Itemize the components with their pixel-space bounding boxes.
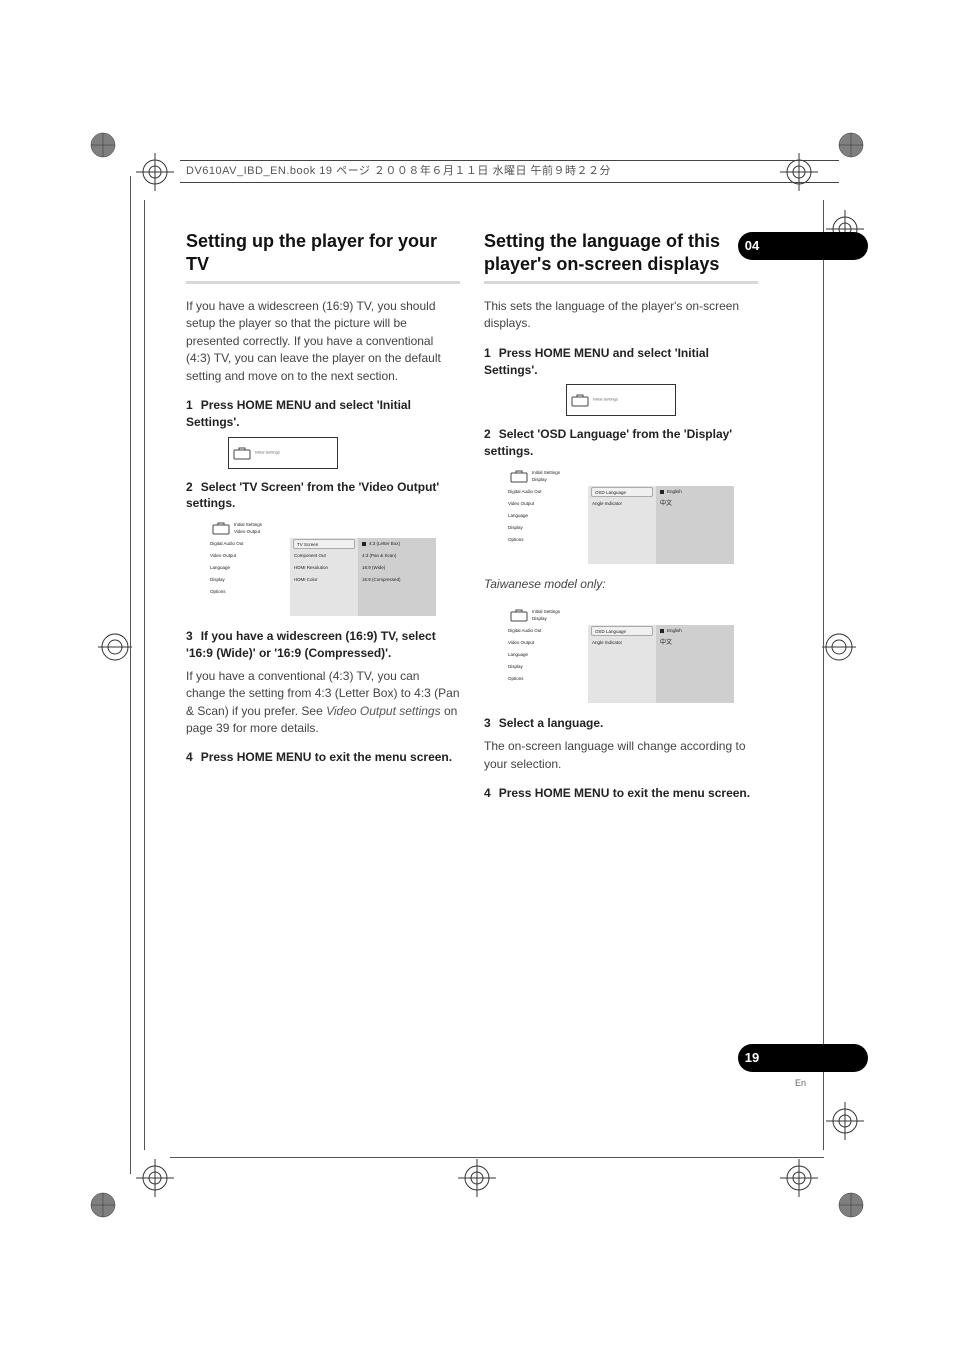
menu-item: 16:9 (Compressed) [358, 574, 436, 586]
menu-item: Options [206, 586, 290, 598]
bullet-icon [660, 629, 664, 633]
ui-top1: Initial Settings [234, 522, 262, 527]
menu-item-selected: OSD Language [591, 626, 653, 636]
sidemark-icon [98, 630, 132, 664]
ui-top2: Display [532, 477, 547, 482]
print-meta-header: DV610AV_IBD_EN.book 19 ページ ２００８年６月１１日 水曜… [180, 160, 839, 186]
ui-top1: Initial Settings [532, 609, 560, 614]
ui-screenshot-osd-language-tw: Initial Settings Display Digital Audio O… [504, 605, 734, 703]
menu-item: Digital Audio Out [206, 538, 290, 550]
bullet-icon [362, 542, 366, 546]
ui-top2: Display [532, 616, 547, 621]
menu-item: Language [504, 510, 588, 522]
right-step1: 1Press HOME MENU and select 'Initial Set… [484, 345, 758, 379]
page-number: 19 [740, 1046, 764, 1070]
menu-item: 4:3 (Letter Box) [358, 538, 436, 550]
page-lang: En [795, 1078, 806, 1088]
sidemark-icon [822, 630, 856, 664]
ui-screenshot-initial-settings: Initial Settings [566, 384, 676, 416]
menu-item: Language [504, 649, 588, 661]
trim-line [170, 1157, 824, 1158]
right-step2: 2Select 'OSD Language' from the 'Display… [484, 426, 758, 460]
registration-mark-icon [88, 130, 118, 160]
menu-item-selected: TV Screen [293, 539, 355, 549]
menu-item: Digital Audio Out [504, 625, 588, 637]
menu-item: 16:9 (Wide) [358, 562, 436, 574]
menu-item: English [656, 486, 734, 498]
left-step3-body: If you have a conventional (4:3) TV, you… [186, 668, 460, 738]
toolbox-icon [571, 393, 589, 407]
content-area: Setting up the player for your TV If you… [186, 230, 758, 808]
menu-item: Options [504, 673, 588, 685]
heading-rule [484, 281, 758, 284]
registration-mark-icon [88, 1190, 118, 1220]
right-intro: This sets the language of the player's o… [484, 298, 758, 333]
toolbox-icon [510, 608, 528, 622]
left-step3: 3If you have a widescreen (16:9) TV, sel… [186, 628, 460, 662]
ui-top2: Video Output [234, 529, 260, 534]
menu-item: Language [206, 562, 290, 574]
right-step3: 3Select a language. [484, 715, 758, 732]
toolbox-icon [212, 521, 230, 535]
menu-item: Angle Indicator [588, 498, 656, 510]
toolbox-icon [510, 469, 528, 483]
registration-mark-icon [836, 1190, 866, 1220]
left-column: Setting up the player for your TV If you… [186, 230, 460, 808]
menu-item: Component Out [290, 550, 358, 562]
taiwan-note: Taiwanese model only: [484, 576, 758, 593]
menu-item: 中文 [656, 498, 734, 510]
menu-item: Display [504, 522, 588, 534]
crosshair-icon [458, 1159, 496, 1197]
manual-page: DV610AV_IBD_EN.book 19 ページ ２００８年６月１１日 水曜… [0, 0, 954, 1350]
right-step4: 4Press HOME MENU to exit the menu screen… [484, 785, 758, 802]
right-heading: Setting the language of this player's on… [484, 230, 758, 275]
left-intro: If you have a widescreen (16:9) TV, you … [186, 298, 460, 385]
left-step2: 2Select 'TV Screen' from the 'Video Outp… [186, 479, 460, 513]
heading-rule [186, 281, 460, 284]
menu-item: HDMI Color [290, 574, 358, 586]
menu-item: Video Output [206, 550, 290, 562]
ui-screenshot-osd-language: Initial Settings Display Digital Audio O… [504, 466, 734, 564]
right-column: Setting the language of this player's on… [484, 230, 758, 808]
left-heading: Setting up the player for your TV [186, 230, 460, 275]
menu-item: Display [206, 574, 290, 586]
menu-item: English [656, 625, 734, 637]
toolbox-icon [233, 446, 251, 460]
trim-line [130, 176, 131, 1174]
registration-mark-icon [836, 130, 866, 160]
menu-item: Digital Audio Out [504, 486, 588, 498]
trim-line [823, 200, 824, 1150]
menu-item: Angle Indicator [588, 637, 656, 649]
left-step1: 1Press HOME MENU and select 'Initial Set… [186, 397, 460, 431]
page-number-badge: 19 [738, 1044, 868, 1072]
crosshair-icon [136, 1159, 174, 1197]
menu-item: Options [504, 534, 588, 546]
ui-screenshot-initial-settings: Initial Settings [228, 437, 338, 469]
print-meta-text: DV610AV_IBD_EN.book 19 ページ ２００８年６月１１日 水曜… [186, 162, 611, 178]
ui-top1: Initial Settings [532, 470, 560, 475]
trim-line [144, 200, 145, 1150]
menu-item: Video Output [504, 498, 588, 510]
crosshair-icon [826, 1102, 864, 1140]
menu-item: 4:3 (Pan & Scan) [358, 550, 436, 562]
right-step3-body: The on-screen language will change accor… [484, 738, 758, 773]
menu-item: Video Output [504, 637, 588, 649]
crosshair-icon [780, 1159, 818, 1197]
crosshair-icon [136, 153, 174, 191]
menu-item: Display [504, 661, 588, 673]
ui-small-label: Initial Settings [593, 398, 618, 403]
left-step4: 4Press HOME MENU to exit the menu screen… [186, 749, 460, 766]
bullet-icon [660, 490, 664, 494]
ui-screenshot-video-output: Initial Settings Video Output Digital Au… [206, 518, 436, 616]
ui-small-label: Initial Settings [255, 450, 280, 455]
menu-item: 中文 [656, 637, 734, 649]
menu-item-selected: OSD Language [591, 487, 653, 497]
menu-item: HDMI Resolution [290, 562, 358, 574]
